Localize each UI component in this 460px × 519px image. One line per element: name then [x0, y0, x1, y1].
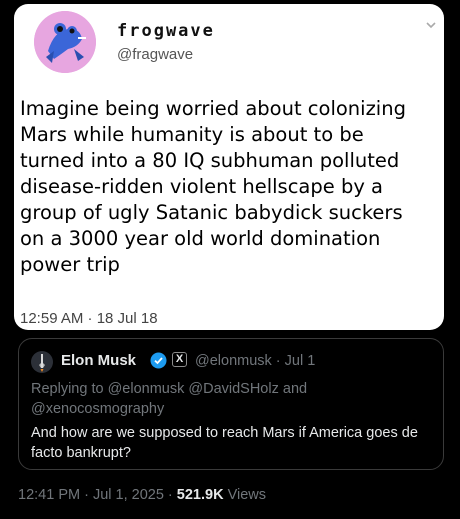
tweet-card: frogwave @fragwave Imagine being worried…: [14, 4, 444, 330]
quoted-post[interactable]: Elon Musk X @elonmusk · Jul 1 Replying t…: [18, 338, 444, 470]
tweet-handle[interactable]: @fragwave: [117, 46, 193, 63]
replying-to-text: Replying to @elonmusk @DavidSHolz and @x…: [31, 381, 308, 417]
post-footer: 12:41 PM · Jul 1, 2025 · 521.9K Views: [18, 487, 266, 503]
tweet-timestamp: 12:59 AM · 18 Jul 18: [20, 310, 158, 327]
quote-handle-date[interactable]: @elonmusk · Jul 1: [195, 353, 315, 369]
tweet-display-name[interactable]: frogwave: [117, 21, 215, 41]
tweet-text: Imagine being worried about colonizing M…: [20, 97, 406, 276]
views-count: 521.9K: [176, 487, 224, 503]
quote-author-name[interactable]: Elon Musk: [61, 352, 136, 369]
verified-badge-icon: [150, 352, 167, 369]
frog-avatar-icon[interactable]: [34, 11, 96, 73]
x-affiliation-icon: X: [172, 352, 187, 367]
footer-time: 12:41 PM · Jul 1, 2025 ·: [18, 487, 177, 503]
chevron-down-icon[interactable]: [424, 18, 438, 32]
rocket-avatar-icon[interactable]: [31, 351, 53, 373]
quote-text: And how are we supposed to reach Mars if…: [31, 425, 418, 461]
views-label: Views: [223, 487, 266, 503]
